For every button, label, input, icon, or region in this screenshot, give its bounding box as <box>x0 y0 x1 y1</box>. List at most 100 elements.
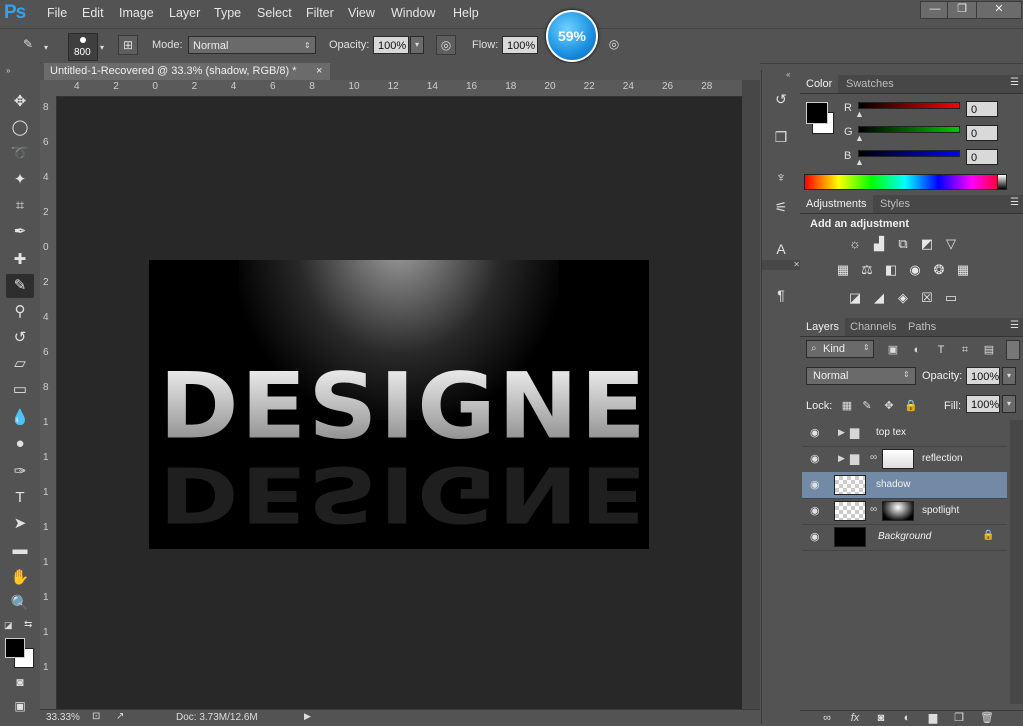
gradient-map-icon[interactable]: ▭ <box>942 290 960 306</box>
layer-mask-thumbnail[interactable] <box>882 501 914 521</box>
character-panel-icon[interactable]: A <box>769 238 793 260</box>
move-tool-icon[interactable]: ✥ <box>6 90 34 114</box>
pen-tool-icon[interactable]: ✑ <box>6 460 34 484</box>
invert-icon[interactable]: ◪ <box>846 290 864 306</box>
layer-row[interactable]: ◉ ▶ ▆ top tex <box>802 420 1007 447</box>
close-document-icon[interactable]: × <box>316 63 322 80</box>
layer-thumbnail[interactable] <box>834 475 866 495</box>
menu-view[interactable]: View <box>348 6 375 20</box>
collapse-tools-icon[interactable]: » <box>6 66 10 75</box>
green-value-input[interactable]: 0 <box>966 125 998 141</box>
tab-swatches[interactable]: Swatches <box>840 75 900 93</box>
lock-position-icon[interactable]: ✥ <box>880 398 898 414</box>
flow-input[interactable]: 100% <box>502 36 538 54</box>
tool-presets-icon[interactable]: ♆ <box>769 166 793 188</box>
restore-button[interactable]: ❐ <box>947 1 977 19</box>
expand-group-icon[interactable]: ▶ <box>838 453 845 464</box>
menu-window[interactable]: Window <box>391 6 435 20</box>
posterize-icon[interactable]: ◢ <box>870 290 888 306</box>
zoom-tool-icon[interactable]: 🔍 <box>6 592 34 616</box>
tab-layers[interactable]: Layers <box>800 318 846 336</box>
visibility-eye-icon[interactable]: ◉ <box>810 504 820 517</box>
rectangle-tool-icon[interactable]: ▬ <box>6 538 34 562</box>
black-white-ramp[interactable] <box>997 174 1007 190</box>
foreground-color-swatch[interactable] <box>5 638 25 658</box>
layer-row[interactable]: ◉ shadow <box>802 472 1007 499</box>
opacity-input[interactable]: 100% <box>373 36 409 54</box>
color-balance-icon[interactable]: ⚖ <box>858 262 876 278</box>
minimize-button[interactable]: — <box>920 1 950 19</box>
layers-panel-menu-icon[interactable]: ☰ <box>1010 320 1019 331</box>
color-panel-menu-icon[interactable]: ☰ <box>1010 77 1019 88</box>
quick-mask-icon[interactable]: ◙ <box>6 670 34 694</box>
zoom-level[interactable]: 33.33% <box>46 712 80 723</box>
pressure-size-icon[interactable]: ◎ <box>604 35 624 55</box>
filter-type-icon[interactable]: T <box>932 342 950 358</box>
blend-mode-select[interactable]: Normal ⇕ <box>806 367 916 385</box>
menu-edit[interactable]: Edit <box>82 6 104 20</box>
document-canvas[interactable]: DESIGNER DESIGNER <box>149 260 649 549</box>
marquee-tool-icon[interactable]: ◯ <box>6 116 34 140</box>
black-white-icon[interactable]: ◧ <box>882 262 900 278</box>
menu-layer[interactable]: Layer <box>169 6 200 20</box>
pressure-opacity-icon[interactable]: ◎ <box>436 35 456 55</box>
magic-wand-tool-icon[interactable]: ✦ <box>6 168 34 192</box>
menu-type[interactable]: Type <box>214 6 241 20</box>
layer-row[interactable]: ◉ ▶ ▆ ∞ reflection <box>802 446 1007 473</box>
red-value-input[interactable]: 0 <box>966 101 998 117</box>
default-colors-icon[interactable]: ◪ <box>4 620 13 631</box>
hue-saturation-icon[interactable]: ▦ <box>834 262 852 278</box>
levels-icon[interactable]: ▟ <box>870 236 888 252</box>
layer-opacity-input[interactable]: 100% <box>966 367 1000 385</box>
adjustments-panel-menu-icon[interactable]: ☰ <box>1010 197 1019 208</box>
curves-icon[interactable]: ⧉ <box>894 236 912 252</box>
mode-select[interactable]: Normal <box>188 36 316 54</box>
tab-paths[interactable]: Paths <box>902 318 942 336</box>
lock-all-icon[interactable]: 🔒 <box>902 398 920 414</box>
ruler-origin[interactable] <box>40 80 56 96</box>
brush-presets-icon[interactable]: ⚟ <box>769 196 793 218</box>
eraser-tool-icon[interactable]: ▱ <box>6 352 34 376</box>
tab-styles[interactable]: Styles <box>874 195 916 213</box>
blur-tool-icon[interactable]: 💧 <box>6 406 34 430</box>
filter-pixel-icon[interactable]: ▣ <box>884 342 902 358</box>
mode-dropdown-icon[interactable]: ⇕ <box>304 41 311 50</box>
channel-mixer-icon[interactable]: ❂ <box>930 262 948 278</box>
color-fg-swatch[interactable] <box>806 102 828 124</box>
visibility-eye-icon[interactable]: ◉ <box>810 426 820 439</box>
exposure-icon[interactable]: ◩ <box>918 236 936 252</box>
brush-preset-icon[interactable]: ✎ <box>18 35 38 55</box>
opacity-dropdown-icon[interactable]: ▾ <box>410 36 424 54</box>
filter-toggle-switch[interactable] <box>1006 340 1020 360</box>
selective-color-icon[interactable]: ☒ <box>918 290 936 306</box>
layer-row[interactable]: ◉ Background 🔒 <box>802 524 1007 551</box>
expand-group-icon[interactable]: ▶ <box>838 427 845 438</box>
gradient-tool-icon[interactable]: ▭ <box>6 378 34 402</box>
layers-scrollbar[interactable] <box>1010 420 1023 704</box>
menu-select[interactable]: Select <box>257 6 292 20</box>
layer-opacity-dropdown-icon[interactable]: ▾ <box>1002 367 1016 385</box>
history-panel-icon[interactable]: ↺ <box>769 88 793 110</box>
screen-mode-icon[interactable]: ▣ <box>6 694 34 718</box>
tab-color[interactable]: Color <box>800 75 839 93</box>
mask-link-icon[interactable]: ∞ <box>870 452 877 463</box>
brush-tool-icon[interactable]: ✎ <box>6 274 34 298</box>
dodge-tool-icon[interactable]: ● <box>6 432 34 456</box>
tab-adjustments[interactable]: Adjustments <box>800 195 873 213</box>
eyedropper-tool-icon[interactable]: ✒ <box>6 220 34 244</box>
filter-smart-object-icon[interactable]: ▤ <box>980 342 998 358</box>
menu-file[interactable]: File <box>47 6 67 20</box>
preset-dropdown-icon[interactable]: ▾ <box>44 43 48 52</box>
filter-shape-icon[interactable]: ⌗ <box>956 342 974 358</box>
photo-filter-icon[interactable]: ◉ <box>906 262 924 278</box>
dock-group-header[interactable]: ✕ <box>762 260 800 270</box>
path-selection-tool-icon[interactable]: ➤ <box>6 512 34 536</box>
clone-stamp-tool-icon[interactable]: ⚲ <box>6 300 34 324</box>
mask-link-icon[interactable]: ∞ <box>870 504 877 515</box>
menu-filter[interactable]: Filter <box>306 6 334 20</box>
brush-size-picker[interactable]: 800 <box>68 33 98 61</box>
brush-panel-toggle-icon[interactable]: ⊞ <box>118 35 138 55</box>
green-slider-handle-icon[interactable]: ▲ <box>855 133 864 143</box>
history-brush-tool-icon[interactable]: ↺ <box>6 326 34 350</box>
lock-image-icon[interactable]: ✎ <box>858 398 876 414</box>
